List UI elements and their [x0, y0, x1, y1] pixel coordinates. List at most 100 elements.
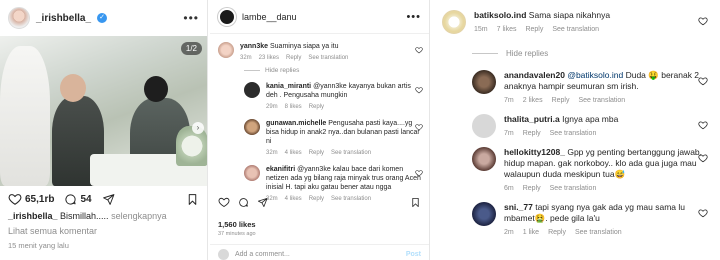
heart-icon[interactable] — [698, 153, 708, 163]
share-button[interactable] — [102, 193, 115, 206]
photo-figure-bride — [0, 46, 50, 186]
comment-username[interactable]: batiksolo.ind — [474, 10, 526, 20]
post-comment-button[interactable]: Post — [406, 251, 421, 258]
save-button[interactable] — [186, 193, 199, 206]
avatar[interactable] — [218, 7, 236, 26]
post-header: _irishbella_ ✓ ••• — [0, 0, 207, 36]
comment-time: 2m — [504, 229, 514, 236]
reply-item: thalita_putri.a Ignya apa mba 7m Reply S… — [432, 114, 720, 139]
comment-username[interactable]: sni._77 — [504, 202, 533, 212]
heart-icon[interactable] — [698, 76, 708, 86]
hide-replies-label: Hide replies — [265, 67, 300, 74]
heart-icon[interactable] — [415, 86, 423, 94]
reply-button[interactable]: Reply — [523, 128, 541, 139]
reply-button[interactable]: Reply — [548, 227, 566, 238]
like-button[interactable]: 65,1rb — [8, 192, 54, 206]
see-translation-link[interactable]: See translation — [575, 227, 622, 238]
like-count: 65,1rb — [25, 193, 55, 205]
add-comment-bar: Add a comment... Post — [210, 244, 429, 260]
comment-text: Sama siapa nikahnya — [528, 10, 611, 20]
verified-badge-icon: ✓ — [97, 13, 108, 23]
thread-header: lambe__danu ••• — [210, 0, 429, 34]
see-translation-link[interactable]: See translation — [550, 183, 597, 194]
see-translation-link[interactable]: See translation — [308, 54, 348, 63]
comment-likes[interactable]: 23 likes — [259, 54, 279, 63]
avatar[interactable] — [8, 7, 30, 29]
divider — [244, 70, 260, 71]
comment-time: 32m — [266, 150, 278, 156]
comment-likes[interactable]: 2 likes — [523, 95, 543, 106]
avatar[interactable] — [472, 70, 496, 94]
comment-username[interactable]: anandavalen20 — [504, 70, 565, 80]
add-comment-input[interactable]: Add a comment... — [235, 251, 290, 258]
bookmark-icon[interactable] — [410, 197, 421, 208]
comment-time: 7m — [504, 97, 514, 104]
photo-head — [60, 74, 86, 102]
heart-icon[interactable] — [415, 46, 423, 54]
heart-icon[interactable] — [218, 196, 230, 208]
see-translation-link[interactable]: See translation — [552, 24, 599, 35]
avatar[interactable] — [472, 114, 496, 138]
comment-text: Ignya apa mba — [562, 114, 619, 124]
reply-button[interactable]: Reply — [552, 95, 570, 106]
view-all-comments-link[interactable]: Lihat semua komentar — [0, 221, 207, 236]
comment-username[interactable]: gunawan.michelle — [266, 120, 326, 127]
comment-username[interactable]: hellokitty1208_ — [504, 147, 565, 157]
caption-username[interactable]: _irishbella_ — [8, 211, 58, 221]
avatar[interactable] — [218, 42, 234, 58]
post-username[interactable]: _irishbella_ — [36, 13, 91, 24]
comment-mention[interactable]: @batiksolo.ind — [567, 70, 623, 80]
comment-username[interactable]: kania_miranti — [266, 83, 311, 90]
send-icon[interactable] — [257, 197, 268, 208]
comment-likes[interactable]: 8 likes — [285, 103, 302, 112]
avatar[interactable] — [244, 165, 260, 181]
comment-likes[interactable]: 1 like — [523, 227, 539, 238]
see-translation-link[interactable]: See translation — [331, 149, 371, 158]
comment-likes[interactable]: 7 likes — [497, 24, 517, 35]
heart-icon[interactable] — [698, 120, 708, 130]
divider — [472, 53, 498, 54]
avatar[interactable] — [472, 202, 496, 226]
thread-timestamp: 37 minutes ago — [218, 231, 256, 237]
reply-button[interactable]: Reply — [523, 183, 541, 194]
heart-icon[interactable] — [698, 208, 708, 218]
reply-button[interactable]: Reply — [525, 24, 543, 35]
thread-like-count[interactable]: 1,560 likes — [218, 220, 256, 229]
reply-button[interactable]: Reply — [309, 149, 324, 158]
comment-username[interactable]: thalita_putri.a — [504, 114, 560, 124]
comment-time: 15m — [474, 26, 488, 33]
caption-more-link[interactable]: selengkapnya — [111, 211, 167, 221]
reply-button[interactable]: Reply — [286, 54, 301, 63]
see-translation-link[interactable]: See translation — [550, 128, 597, 139]
comment-item: yann3ke Suaminya siapa ya itu 32m 23 lik… — [210, 42, 429, 63]
reply-button[interactable]: Reply — [309, 103, 324, 112]
emoji-icon[interactable] — [218, 249, 229, 260]
comment-username[interactable]: ekanifitri — [266, 166, 295, 173]
heart-icon[interactable] — [698, 16, 708, 26]
heart-icon[interactable] — [415, 123, 423, 131]
avatar[interactable] — [442, 10, 466, 34]
heart-icon[interactable] — [415, 169, 423, 177]
more-options-icon[interactable]: ••• — [406, 11, 421, 23]
comment-time: 32m — [240, 55, 252, 61]
comment-item: batiksolo.ind Sama siapa nikahnya 15m 7 … — [432, 10, 720, 35]
reply-item: kania_miranti @yann3ke kayanya bukan art… — [210, 82, 429, 112]
caption-text: Bismillah..... — [60, 211, 109, 221]
post-panel: _irishbella_ ✓ ••• 1/2 › 65,1rb 54 _iris… — [0, 0, 208, 260]
next-photo-icon[interactable]: › — [192, 122, 204, 134]
reply-item: hellokitty1208_ Gpp yg penting bertanggu… — [432, 147, 720, 194]
comment-button[interactable]: 54 — [64, 193, 92, 206]
see-translation-link[interactable]: See translation — [578, 95, 625, 106]
hide-replies-button[interactable]: Hide replies — [210, 63, 429, 74]
thread-action-bar — [210, 196, 429, 208]
more-options-icon[interactable]: ••• — [183, 11, 199, 25]
avatar[interactable] — [244, 119, 260, 135]
post-photo[interactable]: 1/2 › — [0, 36, 207, 186]
thread-username[interactable]: lambe__danu — [242, 12, 297, 22]
comment-likes[interactable]: 4 likes — [285, 149, 302, 158]
comment-icon[interactable] — [238, 197, 249, 208]
comment-username[interactable]: yann3ke — [240, 43, 268, 50]
avatar[interactable] — [472, 147, 496, 171]
hide-replies-button[interactable]: Hide replies — [432, 49, 720, 58]
avatar[interactable] — [244, 82, 260, 98]
